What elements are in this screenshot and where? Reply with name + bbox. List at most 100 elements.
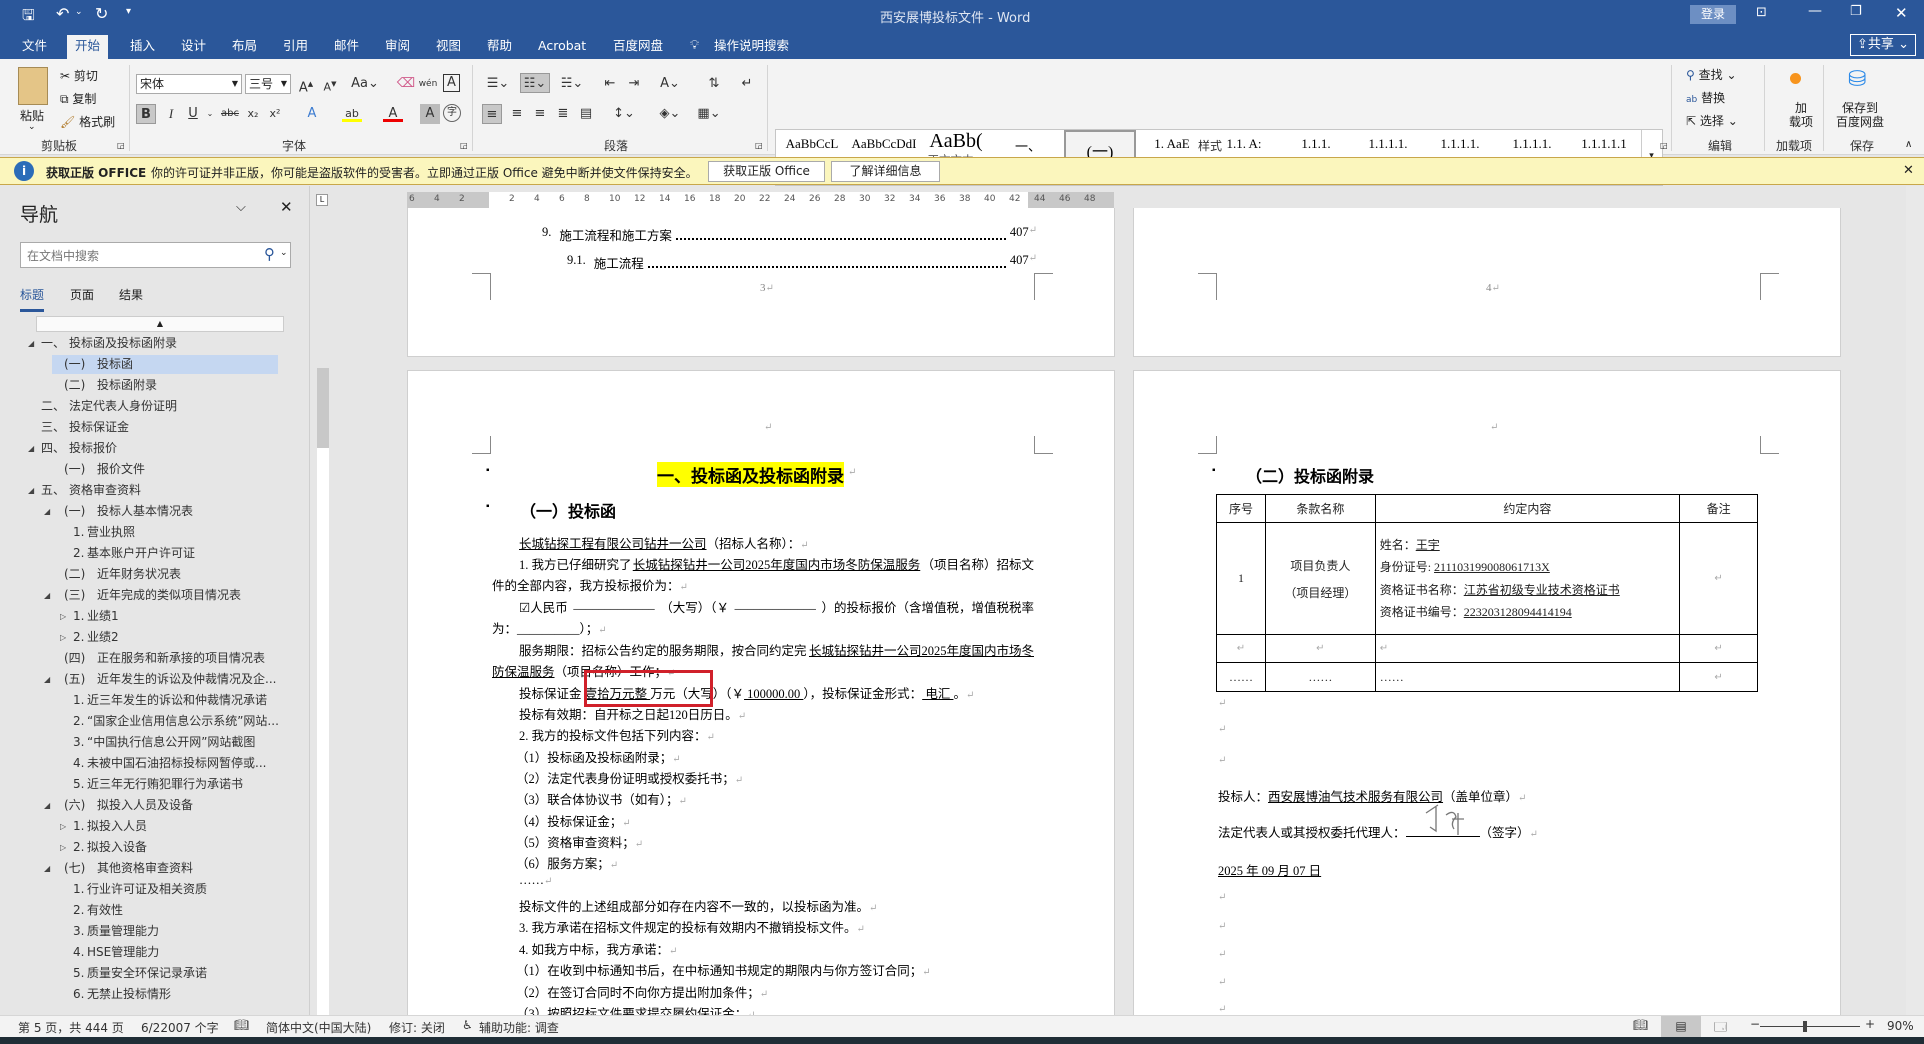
replace-button[interactable]: ab 替换 xyxy=(1686,89,1725,106)
tab-review[interactable]: 审阅 xyxy=(377,35,418,59)
undo-dropdown-icon[interactable]: ⌄ xyxy=(75,7,83,17)
align-right-icon[interactable]: ≡ xyxy=(530,104,550,124)
nav-item[interactable]: 2. 有效性 xyxy=(6,900,306,921)
save-icon[interactable]: 🖫 xyxy=(22,5,35,30)
numbering-icon[interactable]: ☷⌄ xyxy=(520,73,550,93)
nav-tab-results[interactable]: 结果 xyxy=(119,286,143,303)
undo-icon[interactable]: ↶ xyxy=(56,4,69,23)
learn-more-button[interactable]: 了解详细信息 xyxy=(831,161,940,182)
nav-item[interactable]: ◢ 一、 投标函及投标函附录 xyxy=(6,333,306,354)
close-icon[interactable]: ✕ xyxy=(1895,4,1908,22)
expanded-triangle-icon[interactable]: ◢ xyxy=(44,669,50,690)
expanded-triangle-icon[interactable]: ◢ xyxy=(28,480,34,501)
expanded-triangle-icon[interactable]: ◢ xyxy=(44,501,50,522)
clipboard-launcher-icon[interactable]: ◲ xyxy=(117,141,125,150)
align-left-icon[interactable]: ≡ xyxy=(482,104,502,124)
distributed-icon[interactable]: ▤ xyxy=(576,104,596,124)
superscript-icon[interactable]: x² xyxy=(265,104,285,124)
copy-button[interactable]: ⧉ 复制 xyxy=(60,90,96,107)
paste-dropdown-icon[interactable]: ⌄ xyxy=(28,122,36,132)
nav-item[interactable]: 5. 质量安全环保记录承诺 xyxy=(6,963,306,984)
format-painter-button[interactable]: 🖌︎ 格式刷 xyxy=(60,113,115,130)
read-mode-icon[interactable]: 📖︎ xyxy=(1633,1018,1648,1032)
nav-item[interactable]: ◢ 四、 投标报价 xyxy=(6,438,306,459)
page-5[interactable]: ↵ ▪ 一、投标函及投标函附录 ↵ ▪ （一）投标函 长城钻探工程有限公司钻井一… xyxy=(407,370,1115,1030)
nav-item[interactable]: (四) 正在服务和新承接的项目情况表 xyxy=(6,648,306,669)
font-size-select[interactable]: 三号 ▼ xyxy=(245,74,291,94)
print-layout-icon[interactable]: ▤ xyxy=(1661,1016,1701,1037)
tab-references[interactable]: 引用 xyxy=(275,35,316,59)
tell-me-search[interactable]: 操作说明搜索 xyxy=(706,35,797,59)
toc-entry[interactable]: 9.1. 施工流程 407 ↵ xyxy=(567,253,1037,272)
tab-file[interactable]: 文件 xyxy=(14,35,55,59)
collapse-ribbon-icon[interactable]: ∧ xyxy=(1905,139,1912,150)
expanded-triangle-icon[interactable]: ◢ xyxy=(28,333,34,354)
page-count[interactable]: 第 5 页，共 444 页 xyxy=(18,1019,124,1036)
nav-item[interactable]: 2. 基本账户开户许可证 xyxy=(6,543,306,564)
zoom-slider-thumb[interactable] xyxy=(1803,1021,1807,1032)
nav-item[interactable]: (一) 投标函 xyxy=(6,354,306,375)
nav-item[interactable]: 5. 近三年无行贿犯罪行为承诺书 xyxy=(6,774,306,795)
nav-item[interactable]: 1. 行业许可证及相关资质 xyxy=(6,879,306,900)
grow-font-icon[interactable]: A▲ xyxy=(296,74,316,95)
multilevel-list-icon[interactable]: ☵⌄ xyxy=(558,74,586,94)
font-color-icon[interactable]: A xyxy=(383,104,403,122)
save-to-baidu-button[interactable]: 保存到 百度网盘 xyxy=(1836,101,1884,129)
nav-item[interactable]: 2. “国家企业信用信息公示系统”网站... xyxy=(6,711,306,732)
collapsed-triangle-icon[interactable]: ▷ xyxy=(60,627,66,648)
nav-item[interactable]: (一) 报价文件 xyxy=(6,459,306,480)
nav-item[interactable]: ◢ (七) 其他资格审查资料 xyxy=(6,858,306,879)
expanded-triangle-icon[interactable]: ◢ xyxy=(44,858,50,879)
nav-item[interactable]: 1. 营业执照 xyxy=(6,522,306,543)
nav-tab-pages[interactable]: 页面 xyxy=(70,286,94,303)
font-name-select[interactable]: 宋体 ▼ xyxy=(136,74,242,94)
align-center-icon[interactable]: ≡ xyxy=(507,104,527,124)
clear-formatting-icon[interactable]: ⌫ xyxy=(396,74,416,94)
nav-item[interactable]: ◢ 五、 资格审查资料 xyxy=(6,480,306,501)
nav-item[interactable]: ◢ (三) 近年完成的类似项目情况表 xyxy=(6,585,306,606)
collapsed-triangle-icon[interactable]: ▷ xyxy=(60,816,66,837)
find-button[interactable]: ⚲ 查找 ⌄ xyxy=(1686,66,1737,83)
tab-acrobat[interactable]: Acrobat xyxy=(530,35,594,59)
zoom-out-button[interactable]: − xyxy=(1750,1017,1760,1031)
nav-item[interactable]: (二) 投标函附录 xyxy=(6,375,306,396)
sort-icon[interactable]: ⇅ xyxy=(704,74,724,94)
share-button[interactable]: ⇪共享 ⌄ xyxy=(1850,34,1916,56)
nav-item[interactable]: 3. 质量管理能力 xyxy=(6,921,306,942)
expanded-triangle-icon[interactable]: ◢ xyxy=(28,438,34,459)
nav-item[interactable]: 4. 未被中国石油招标投标网暂停或... xyxy=(6,753,306,774)
redo-icon[interactable]: ↻ xyxy=(95,4,108,23)
track-changes-status[interactable]: 修订: 关闭 xyxy=(389,1019,445,1036)
search-icon[interactable]: ⚲ xyxy=(264,245,275,263)
search-dropdown-icon[interactable]: ⌄ xyxy=(280,248,288,258)
nav-item[interactable]: ◢ (一) 投标人基本情况表 xyxy=(6,501,306,522)
tab-help[interactable]: 帮助 xyxy=(479,35,520,59)
tab-mailings[interactable]: 邮件 xyxy=(326,35,367,59)
minimize-icon[interactable]: — xyxy=(1808,3,1822,19)
page-6[interactable]: ↵ ▪ （二）投标函附录 序号 条款名称 约定内容 备注 1 项目负责人 （项目经… xyxy=(1133,370,1841,1030)
shrink-font-icon[interactable]: A▼ xyxy=(320,74,340,94)
character-shading-icon[interactable]: A xyxy=(420,104,440,124)
nav-item[interactable]: 二、 法定代表人身份证明 xyxy=(6,396,306,417)
nav-scroll-up-button[interactable]: ▲ xyxy=(36,316,284,332)
italic-icon[interactable]: I xyxy=(161,104,181,124)
get-genuine-office-button[interactable]: 获取正版 Office xyxy=(708,161,825,182)
login-button[interactable]: 登录 xyxy=(1690,5,1736,24)
underline-dropdown-icon[interactable]: ⌄ xyxy=(200,104,220,124)
text-effects-icon[interactable]: A xyxy=(302,104,322,124)
collapsed-triangle-icon[interactable]: ▷ xyxy=(60,837,66,858)
borders-icon[interactable]: ▦⌄ xyxy=(695,104,723,124)
nav-item[interactable]: 3. “中国执行信息公开网”网站截图 xyxy=(6,732,306,753)
customize-toolbar-icon[interactable]: ▾ xyxy=(126,6,131,17)
nav-item[interactable]: 1. 近三年发生的诉讼和仲裁情况承诺 xyxy=(6,690,306,711)
bold-icon[interactable]: B xyxy=(136,104,156,124)
phonetic-guide-icon[interactable]: wén xyxy=(418,74,438,94)
bullets-icon[interactable]: ☰⌄ xyxy=(484,74,512,94)
accessibility-status[interactable]: 辅助功能: 调查 xyxy=(479,1019,559,1036)
nav-item[interactable]: ▷ 1. 业绩1 xyxy=(6,606,306,627)
nav-item[interactable]: ▷ 2. 拟投入设备 xyxy=(6,837,306,858)
expanded-triangle-icon[interactable]: ◢ xyxy=(44,795,50,816)
zoom-in-button[interactable]: + xyxy=(1865,1017,1875,1031)
tab-selector-icon[interactable]: L xyxy=(316,194,328,206)
decrease-indent-icon[interactable]: ⇤ xyxy=(600,74,620,94)
